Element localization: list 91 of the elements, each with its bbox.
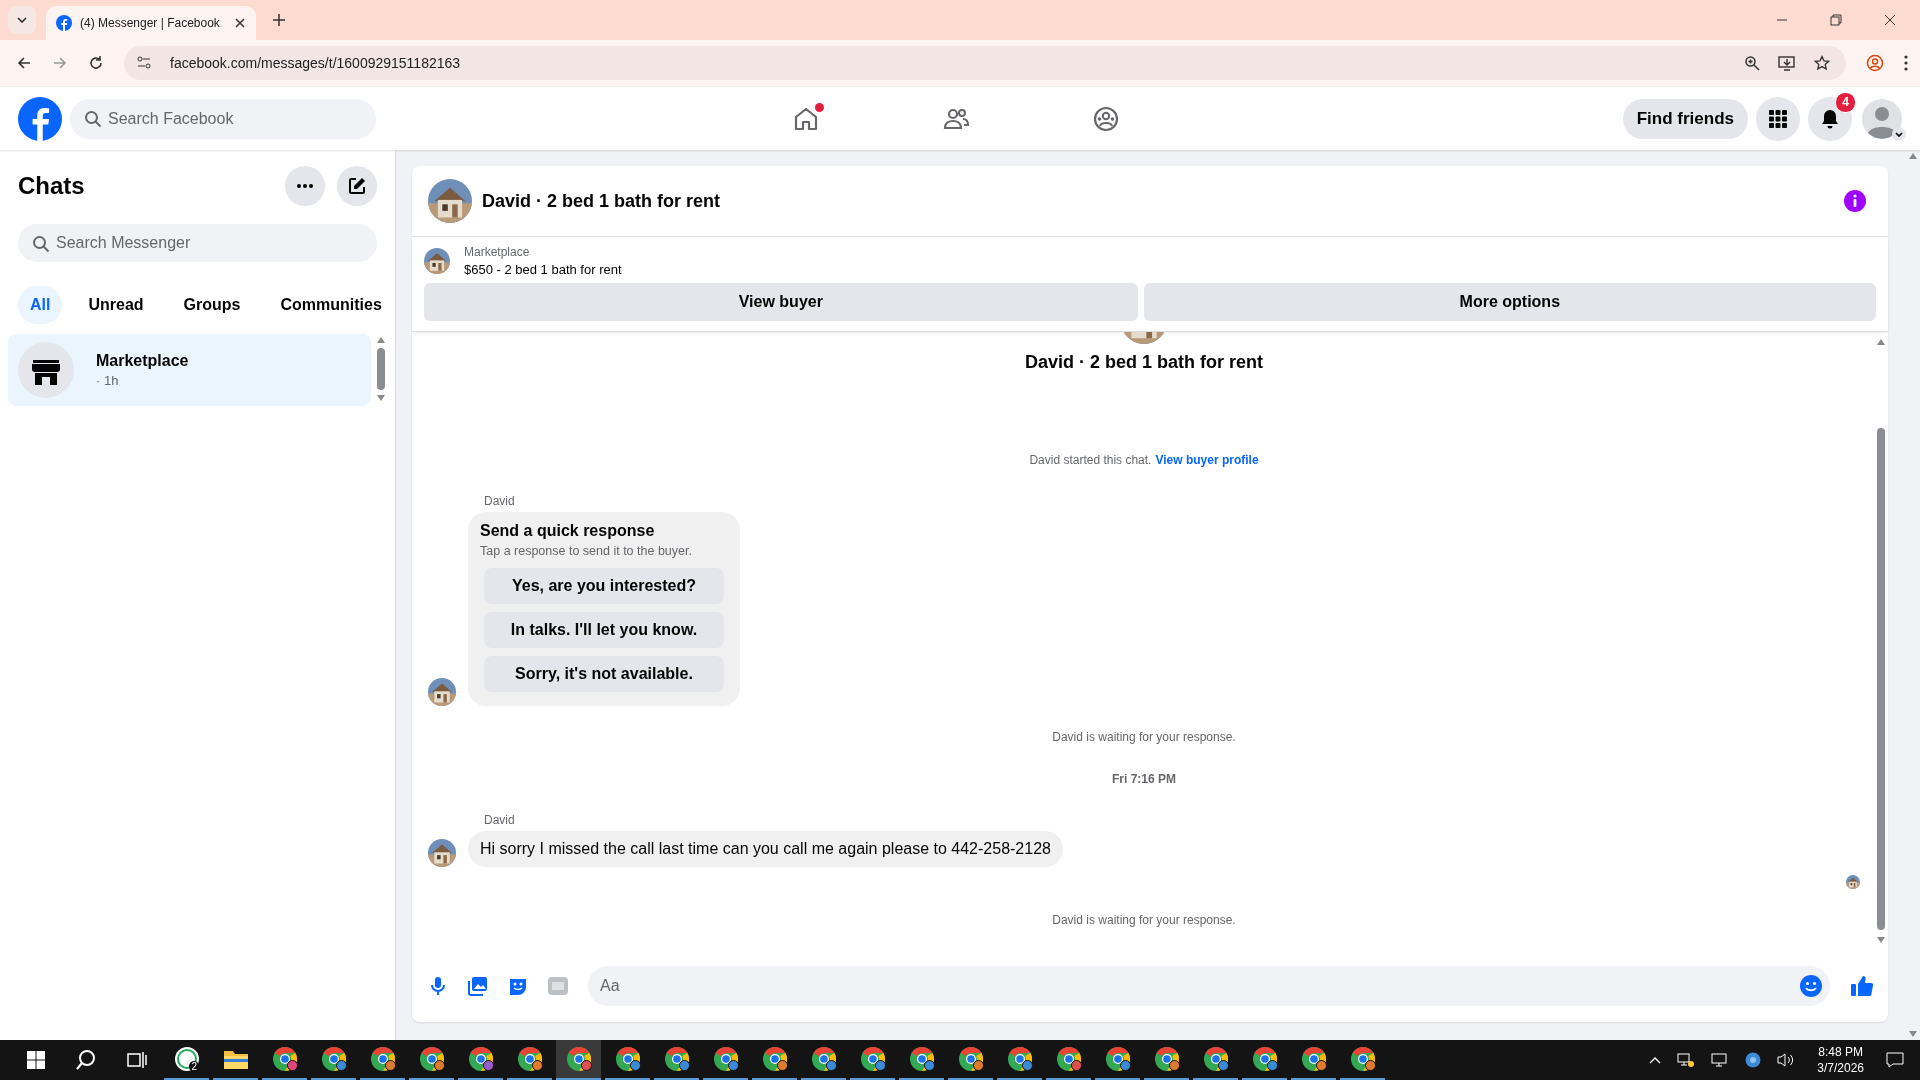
listing-summary: $650 - 2 bed 1 bath for rent [464,262,622,277]
menu-icon[interactable] [1904,55,1908,71]
chat-notice: David is waiting for your response. [1051,730,1237,744]
clock-date[interactable]: 3/7/2026 [1817,1060,1864,1076]
forward-icon[interactable] [52,55,68,71]
thumbs-up-icon[interactable] [1850,974,1874,998]
scroll-up-icon[interactable] [1877,339,1885,345]
filter-tab[interactable]: All [18,286,63,324]
chat-name: Marketplace [96,352,189,370]
chat-item[interactable]: Marketplace · 1h [8,334,371,406]
restore-icon[interactable] [1830,14,1842,26]
notification-center-icon[interactable] [1886,1052,1904,1068]
sidebar-title: Chats [18,172,85,200]
sticker-icon[interactable] [508,976,528,996]
close-icon[interactable] [1884,14,1896,26]
sender-name: David [484,494,515,508]
network-icon[interactable] [1677,1052,1696,1068]
monitor-icon[interactable] [1711,1052,1730,1068]
windows-start-icon[interactable] [27,1051,45,1069]
chat-title: David · 2 bed 1 bath for rent [482,190,721,212]
message-bubble: Hi sorry I missed the call last time can you call me again please to 442-258-2128 [468,831,1063,867]
tab-list-button[interactable] [8,6,36,34]
more-options-button[interactable] [285,166,325,206]
groups-icon [1092,104,1120,133]
chat-time: · 1h [96,373,120,388]
quick-reply-button[interactable]: In talks. I'll let you know. [484,612,724,648]
close-icon[interactable] [234,17,246,29]
folder-icon[interactable] [223,1049,248,1069]
task-view-icon[interactable] [127,1051,147,1069]
filter-tab[interactable]: Unread [74,286,158,324]
timestamp: Fri 7:16 PM [1111,772,1177,786]
caret-icon[interactable] [1649,1056,1662,1064]
filter-tab[interactable]: Groups [169,286,255,324]
more-icon [297,184,313,188]
chat-app-icon[interactable] [173,1046,200,1072]
scroll-up-icon[interactable] [377,337,385,343]
install-icon[interactable] [1778,55,1796,71]
search-icon[interactable] [75,1049,97,1071]
search-field[interactable]: Search Messenger [18,224,377,262]
tab-title: (4) Messenger | Facebook [80,16,221,30]
compose-icon [347,176,367,196]
app-badge: 2 [189,1061,199,1072]
profile-icon[interactable] [1866,54,1884,72]
scroll-down-icon[interactable] [377,395,385,401]
microphone-icon[interactable] [428,976,448,996]
caret-icon [17,17,27,23]
action-button[interactable]: More options [1143,283,1876,321]
sender-name: David [484,813,515,827]
search-field[interactable]: Search Facebook [70,98,376,139]
scroll-up-icon[interactable] [1909,153,1917,159]
menu-icon [1768,108,1788,129]
card-title: Send a quick response [480,522,656,540]
globe-icon[interactable] [1745,1052,1762,1068]
chat-intro-title: David · 2 bed 1 bath for rent [1023,352,1264,373]
facebook-logo[interactable] [18,96,62,141]
zoom-icon[interactable] [1744,55,1760,71]
scroll-down-icon[interactable] [1909,1031,1917,1037]
notification-count: 4 [1835,91,1856,113]
scroll-down-icon[interactable] [1877,937,1885,943]
emoji-icon[interactable] [1800,975,1822,997]
chat-notice: David started this chat. View buyer profile [1028,453,1260,467]
image-icon[interactable] [468,976,488,996]
site-settings-icon[interactable] [136,55,152,71]
browser-tab[interactable]: (4) Messenger | Facebook [46,6,256,40]
scrollbar-thumb[interactable] [377,348,385,390]
chat-notice: David is waiting for your response. [1051,913,1237,927]
listing-source: Marketplace [464,245,531,259]
new-message-button[interactable] [337,166,377,206]
filter-tab[interactable]: Communities [266,286,396,324]
unread-dot [815,102,824,112]
back-icon[interactable] [16,55,32,71]
star-icon[interactable] [1814,55,1830,71]
shop-icon [18,342,74,398]
new-tab-icon[interactable] [272,13,286,27]
address-field[interactable]: facebook.com/messages/t/1600929151182163 [124,46,1846,80]
caret-icon[interactable] [1892,126,1906,141]
scrollbar-thumb[interactable] [1877,428,1885,930]
view-buyer-profile-link[interactable]: View buyer profile [1155,453,1259,467]
apps-menu-button[interactable] [1756,96,1800,141]
card-subtitle: Tap a response to send it to the buyer. [480,544,693,558]
quick-reply-button[interactable]: Yes, are you interested? [484,568,724,604]
message-field[interactable]: Aa [588,966,1830,1006]
volume-icon[interactable] [1777,1052,1796,1068]
facebook-icon [56,15,72,31]
clock-time[interactable]: 8:48 PM [1818,1044,1863,1060]
info-icon[interactable] [1844,190,1866,212]
find-friends-button[interactable]: Find friends [1622,98,1748,139]
bell-icon [1819,107,1841,130]
action-button[interactable]: View buyer [424,283,1138,321]
reload-icon[interactable] [88,55,104,71]
quick-reply-button[interactable]: Sorry, it's not available. [484,656,724,692]
